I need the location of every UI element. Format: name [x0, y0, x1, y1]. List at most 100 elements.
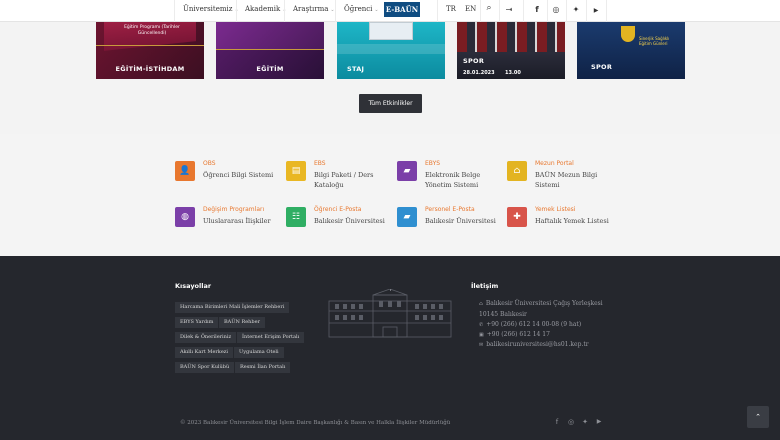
copyright-text: © 2023 Balıkesir Üniversitesi Bilgi İşle…: [180, 420, 451, 426]
folder-icon: ▰: [397, 161, 417, 181]
instagram-icon[interactable]: ◎: [566, 418, 576, 426]
quick-link-title: OBS: [203, 160, 216, 167]
shortcut-link[interactable]: EBYS Yardım: [175, 317, 219, 328]
twitter-icon[interactable]: ✦: [570, 5, 582, 14]
quick-link-title: Yemek Listesi: [535, 206, 576, 213]
quick-link-subtitle: Uluslararası İlişkiler: [203, 217, 271, 225]
nav-divider: [480, 0, 481, 22]
youtube-icon[interactable]: ▶: [594, 418, 604, 425]
shortcut-link[interactable]: Resmi İlan Portalı: [235, 362, 291, 373]
quick-link-subtitle: BAÜN Mezun Bilgi Sistemi: [535, 171, 598, 189]
card-caption: EĞİTİM: [256, 65, 284, 73]
quick-link-title: EBYS: [425, 160, 441, 167]
nav-divider: [437, 0, 438, 22]
shortcut-link[interactable]: Dilek & Önerileriniz: [175, 332, 237, 343]
nav-item-arastirma[interactable]: Araştırma ⌄: [293, 5, 335, 13]
trophy-icon: [621, 26, 635, 42]
chevron-down-icon: ⌄: [374, 7, 379, 13]
ebaun-button[interactable]: E-BAÜN: [384, 2, 420, 17]
card-caption: SPOR: [463, 57, 485, 65]
youtube-icon[interactable]: ▶: [590, 7, 602, 14]
card-subtitle: Sinerjik Sağlıklı Eğitim Günleri: [639, 36, 670, 46]
quick-link-subtitle: Balıkesir Üniversitesi: [314, 217, 385, 225]
contact-email[interactable]: ✉ balikesiruniversitesi@hs01.kep.tr: [479, 341, 589, 348]
twitter-icon[interactable]: ✦: [580, 418, 590, 426]
quick-link-subtitle: Balıkesir Üniversitesi: [425, 217, 496, 225]
nav-item-universitemiz[interactable]: Üniversitemiz⌄: [183, 5, 239, 13]
fax-icon: ▣: [479, 332, 484, 338]
card-banner: [216, 22, 324, 50]
shortcut-link[interactable]: BAÜN Spor Kulübü: [175, 362, 235, 373]
language-en[interactable]: EN: [465, 5, 476, 13]
all-activities-button[interactable]: Tüm Etkinlikler: [359, 94, 422, 113]
card-date: 28.01.2023: [463, 70, 495, 76]
chevron-down-icon: ⌄: [330, 7, 335, 13]
language-tr[interactable]: TR: [446, 5, 456, 13]
activity-card[interactable]: STAJ: [337, 22, 445, 79]
shortcuts-title: Kısayollar: [175, 282, 212, 290]
quick-link-title: Personel E-Posta: [425, 206, 475, 213]
card-decoration: [337, 44, 445, 54]
card-photo: [457, 22, 565, 52]
scroll-to-top-button[interactable]: ⌃: [747, 406, 769, 428]
nav-item-ogrenci[interactable]: Öğrenci ⌄: [344, 5, 379, 13]
quick-link-title: Mezun Portal: [535, 160, 574, 167]
shortcut-link[interactable]: Harcama Birimleri Mali İşlemler Rehberi: [175, 302, 290, 313]
activity-card[interactable]: SPOR 28.01.2023 13.00: [457, 22, 565, 79]
instagram-icon[interactable]: ◎: [550, 5, 562, 14]
contact-fax: ▣ +90 (266) 612 14 17: [479, 331, 550, 338]
nav-divider: [566, 0, 567, 22]
top-navigation: Üniversitemiz⌄ Akademik⌄ Araştırma⌄ Öğre…: [0, 0, 780, 22]
card-screen: [369, 22, 413, 40]
card-caption: STAJ: [347, 65, 365, 73]
card-caption: SPOR: [591, 63, 613, 71]
book-icon: ▤: [286, 161, 306, 181]
quick-links-section: 👤 OBS Öğrenci Bilgi Sistemi ▤ EBS Bilgi …: [0, 134, 780, 256]
activity-card[interactable]: Sinerjik Sağlıklı Eğitim Günleri SPOR: [577, 22, 685, 79]
facebook-icon[interactable]: f: [531, 5, 543, 14]
quick-link-title: Değişim Programları: [203, 206, 265, 213]
nav-divider: [586, 0, 587, 22]
quick-link-subtitle: Haftalık Yemek Listesi: [535, 217, 609, 225]
contact-title: İletişim: [471, 282, 499, 290]
quick-link-subtitle: Öğrenci Bilgi Sistemi: [203, 171, 274, 179]
nav-divider: [174, 0, 175, 22]
folder-icon: ▰: [397, 207, 417, 227]
activity-card[interactable]: Eğitim Programı (Tarihler Güncellendi) E…: [96, 22, 204, 79]
search-icon[interactable]: ⌕: [483, 3, 495, 13]
card-subtitle: Eğitim Programı (Tarihler Güncellendi): [124, 25, 180, 36]
shortcut-link[interactable]: Uygulama Oteli: [234, 347, 284, 358]
nav-divider: [547, 0, 548, 22]
nav-divider: [335, 0, 336, 22]
person-icon: 👤: [175, 161, 195, 181]
shortcut-link[interactable]: İnternet Erişim Portalı: [237, 332, 305, 343]
shortcut-link[interactable]: BAÜN Rehber: [219, 317, 265, 328]
nav-divider: [236, 0, 237, 22]
contact-phone: ✆ +90 (266) 612 14 00-08 (9 hat): [479, 321, 582, 328]
users-icon: ☷: [286, 207, 306, 227]
quick-link-title: Öğrenci E-Posta: [314, 206, 362, 213]
card-time: 13.00: [505, 70, 521, 76]
nav-divider: [284, 0, 285, 22]
facebook-icon[interactable]: f: [552, 418, 562, 426]
activities-section: Eğitim Programı (Tarihler Güncellendi) E…: [0, 22, 780, 134]
nav-divider: [523, 0, 524, 22]
home-icon: ⌂: [479, 301, 483, 307]
globe-icon: ◍: [175, 207, 195, 227]
graduation-cap-icon: ⌂: [507, 161, 527, 181]
login-icon[interactable]: ⇥: [503, 5, 515, 14]
footer: Kısayollar Harcama Birimleri Mali İşleml…: [0, 256, 780, 440]
quick-link-title: EBS: [314, 160, 326, 167]
contact-address: ⌂ Balıkesir Üniversitesi Çağış Yerleşkesi: [479, 300, 603, 307]
activity-card[interactable]: EĞİTİM: [216, 22, 324, 79]
nav-item-akademik[interactable]: Akademik⌄: [245, 5, 286, 13]
nav-divider: [606, 0, 607, 22]
nav-divider: [499, 0, 500, 22]
shortcut-link[interactable]: Akıllı Kart Merkezi: [175, 347, 234, 358]
quick-link-subtitle: Elektronik Belge Yönetim Sistemi: [425, 171, 481, 189]
envelope-icon: ✉: [479, 342, 484, 348]
university-building-icon: [328, 289, 452, 338]
card-caption: EĞİTİM-İSTİHDAM: [115, 65, 185, 73]
contact-address-city: 10145 Balıkesir: [479, 311, 527, 318]
quick-link-subtitle: Bilgi Paketi / Ders Kataloğu: [314, 171, 374, 189]
